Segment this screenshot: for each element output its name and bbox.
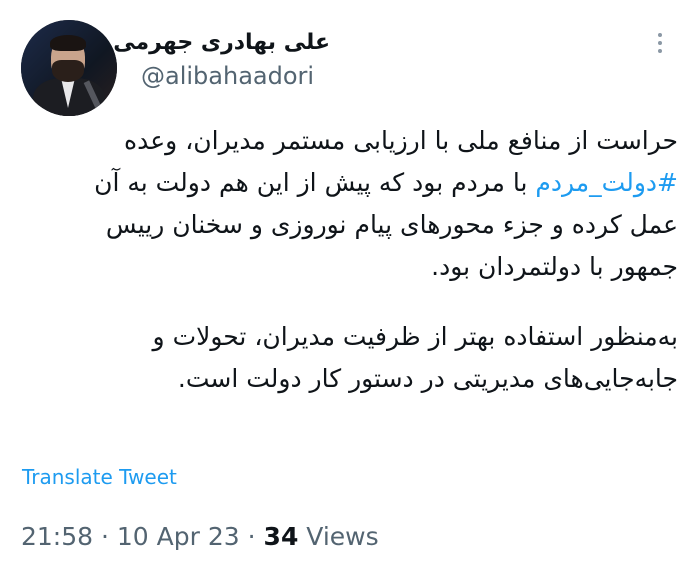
author-display-name[interactable]: علی بهادری جهرمی <box>113 30 330 55</box>
translate-tweet-link[interactable]: Translate Tweet <box>22 465 177 489</box>
avatar-beard <box>52 60 84 82</box>
avatar-hair <box>50 35 86 51</box>
views-label: Views <box>306 522 379 551</box>
tweet-line: به‌منظور استفاده بهتر از ظرفیت مدیران، ت… <box>152 322 678 351</box>
tweet-line: #دولت_مردم با مردم بود که پیش از این هم … <box>16 162 678 204</box>
tweet-date[interactable]: 10 Apr 23 <box>117 522 240 551</box>
meta-separator: · <box>101 522 109 551</box>
tweet-line-text: با مردم بود که پیش از این هم دولت به آن <box>94 168 536 197</box>
meta-separator: · <box>247 522 256 551</box>
tweet-line: جمهور با دولتمردان بود. <box>431 252 678 281</box>
tweet-card: علی بهادری جهرمی @alibahaadori حراست از … <box>0 0 700 567</box>
author-handle[interactable]: @alibahaadori <box>141 62 314 90</box>
avatar[interactable] <box>21 20 117 116</box>
more-dot <box>658 33 662 37</box>
tweet-meta: 21:58 · 10 Apr 23 · 34 Views <box>21 522 379 551</box>
tweet-line: عمل کرده و جزء محورهای پیام نوروزی و سخن… <box>105 210 678 239</box>
tweet-time[interactable]: 21:58 <box>21 522 93 551</box>
hashtag-link[interactable]: #دولت_مردم <box>535 168 678 197</box>
more-vertical-icon[interactable] <box>655 33 665 57</box>
more-dot <box>658 49 662 53</box>
tweet-text: حراست از منافع ملی با ارزیابی مستمر مدیر… <box>16 120 678 400</box>
more-dot <box>658 41 662 45</box>
tweet-line: جابه‌جایی‌های مدیریتی در دستور کار دولت … <box>177 364 678 393</box>
views-count: 34 <box>263 522 299 551</box>
tweet-line: حراست از منافع ملی با ارزیابی مستمر مدیر… <box>124 126 678 155</box>
